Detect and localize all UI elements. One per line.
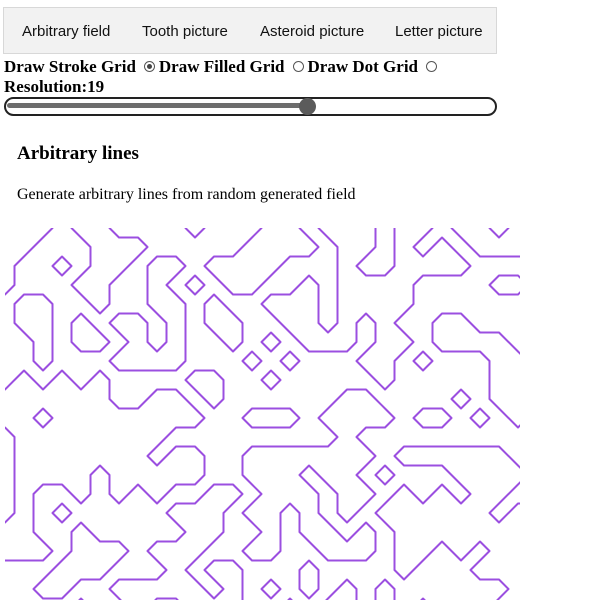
- dot-grid-radio[interactable]: [426, 60, 437, 72]
- resolution-value: 19: [87, 77, 105, 96]
- tab-asteroid-picture[interactable]: Asteroid picture: [260, 23, 364, 40]
- stroke-grid-radio[interactable]: [143, 60, 155, 72]
- grid-controls: Draw Stroke Grid Draw Filled Grid Draw D…: [4, 57, 441, 97]
- tab-letter-picture[interactable]: Letter picture: [395, 23, 483, 40]
- resolution-readout: Resolution:19: [4, 77, 441, 97]
- section-description: Generate arbitrary lines from random gen…: [17, 186, 356, 203]
- grid-mode-options: Draw Stroke Grid Draw Filled Grid Draw D…: [4, 57, 441, 77]
- tab-bar: Arbitrary field Tooth picture Asteroid p…: [3, 7, 497, 54]
- resolution-slider-thumb[interactable]: [299, 98, 317, 115]
- resolution-label: Resolution:: [4, 77, 88, 96]
- resolution-slider[interactable]: [4, 97, 497, 116]
- resolution-slider-fill: [7, 103, 308, 108]
- arbitrary-lines-canvas: [5, 228, 520, 600]
- arbitrary-lines-path: [5, 228, 520, 600]
- filled-grid-radio[interactable]: [292, 60, 304, 72]
- section-title: Arbitrary lines: [17, 143, 139, 164]
- tab-tooth-picture[interactable]: Tooth picture: [142, 23, 228, 40]
- filled-grid-label: Draw Filled Grid: [158, 57, 285, 76]
- stroke-grid-label: Draw Stroke Grid: [4, 57, 136, 76]
- tab-arbitrary-field[interactable]: Arbitrary field: [22, 23, 110, 40]
- dot-grid-label: Draw Dot Grid: [307, 57, 418, 76]
